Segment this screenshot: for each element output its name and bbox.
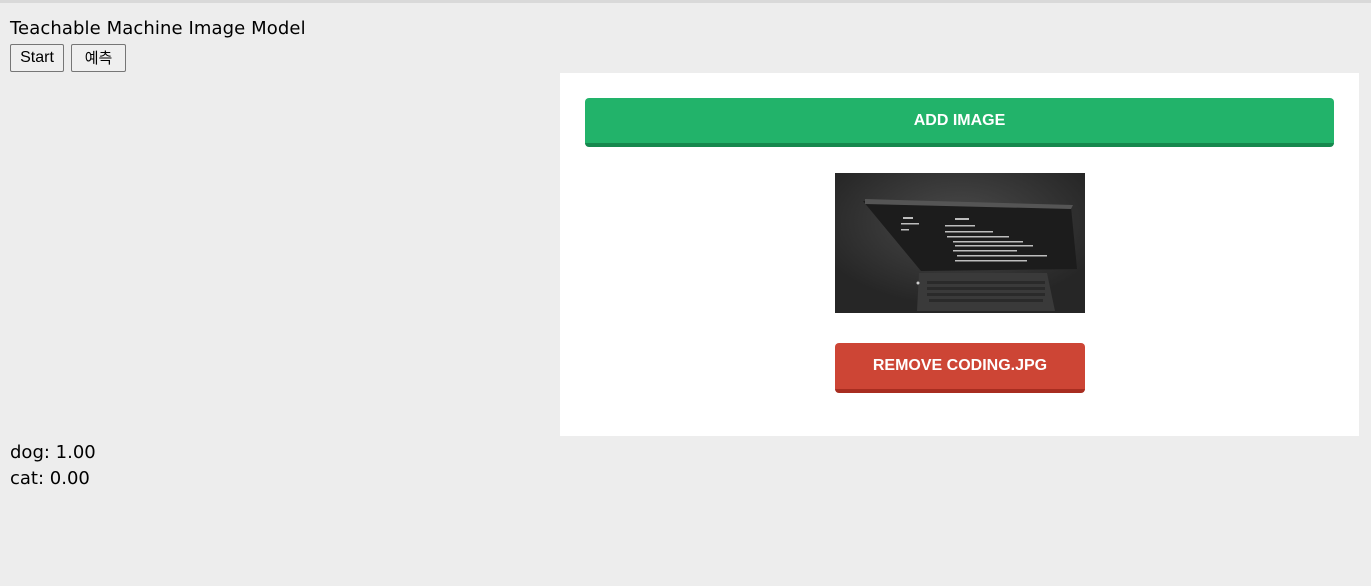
remove-image-button[interactable]: REMOVE CODING.JPG xyxy=(835,343,1085,393)
uploaded-image-preview xyxy=(835,173,1085,313)
prediction-dog: dog: 1.00 xyxy=(10,442,96,463)
add-image-button[interactable]: ADD IMAGE xyxy=(585,98,1334,147)
start-button[interactable]: Start xyxy=(10,44,64,72)
prediction-list: dog: 1.00 cat: 0.00 xyxy=(10,440,96,492)
top-border xyxy=(0,0,1371,3)
image-upload-panel: ADD IMAGE REMOVE CODING.JPG xyxy=(560,73,1359,436)
predict-button[interactable]: 예측 xyxy=(71,44,126,72)
prediction-cat: cat: 0.00 xyxy=(10,468,90,489)
page-title: Teachable Machine Image Model xyxy=(10,18,306,39)
